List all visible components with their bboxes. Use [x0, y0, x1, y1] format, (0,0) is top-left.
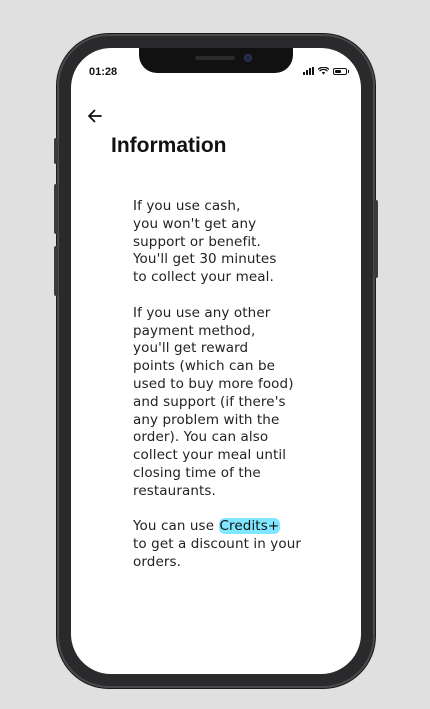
volume-down-button: [54, 246, 58, 296]
text-line: collect your meal until: [133, 447, 287, 464]
text-line: payment method,: [133, 322, 256, 339]
back-button[interactable]: [85, 107, 105, 125]
text-line: you'll get reward: [133, 340, 249, 357]
battery-icon: [333, 67, 349, 75]
text-line: you won't get any: [133, 215, 257, 232]
text-line: to get a discount in your: [133, 536, 302, 553]
volume-up-button: [54, 184, 58, 234]
speaker-grille: [195, 56, 235, 60]
screen: 01:28 Information If you use cash, you w…: [71, 48, 361, 674]
credits-paragraph: You can use Credits+ to get a discount i…: [133, 518, 313, 571]
text-line: You can use Credits+: [133, 518, 313, 536]
text-line: points (which can be: [133, 358, 276, 375]
text-line: If you use cash,: [133, 198, 241, 214]
text-line: closing time of the: [133, 464, 261, 481]
text-line: You'll get 30 minutes: [133, 251, 277, 268]
silent-switch: [54, 138, 58, 164]
text-line: and support (if there's: [133, 393, 286, 410]
power-button: [374, 200, 378, 278]
credits-plus-link[interactable]: Credits+: [218, 518, 281, 535]
signal-icon: [303, 67, 314, 75]
text-line: any problem with the: [133, 411, 280, 428]
text-line: to collect your meal.: [133, 269, 274, 286]
info-content: If you use cash, you won't get any suppo…: [133, 198, 313, 590]
page-title: Information: [111, 134, 227, 157]
status-icons: [303, 67, 349, 75]
text-line: If you use any other: [133, 304, 271, 321]
wifi-icon: [318, 67, 329, 75]
arrow-left-icon: [88, 109, 102, 123]
text-line: support or benefit.: [133, 233, 261, 250]
text-line: order). You can also: [133, 429, 269, 446]
notch: [139, 48, 293, 73]
other-payment-paragraph: If you use any other payment method, you…: [133, 305, 313, 501]
front-camera: [244, 54, 252, 62]
phone-frame: 01:28 Information If you use cash, you w…: [54, 34, 378, 688]
text-line: used to buy more food): [133, 375, 294, 392]
text-line: orders.: [133, 553, 182, 570]
credits-prefix: You can use: [133, 518, 219, 535]
status-time: 01:28: [89, 66, 118, 78]
text-line: restaurants.: [133, 482, 216, 499]
cash-paragraph: If you use cash, you won't get any suppo…: [133, 198, 313, 287]
